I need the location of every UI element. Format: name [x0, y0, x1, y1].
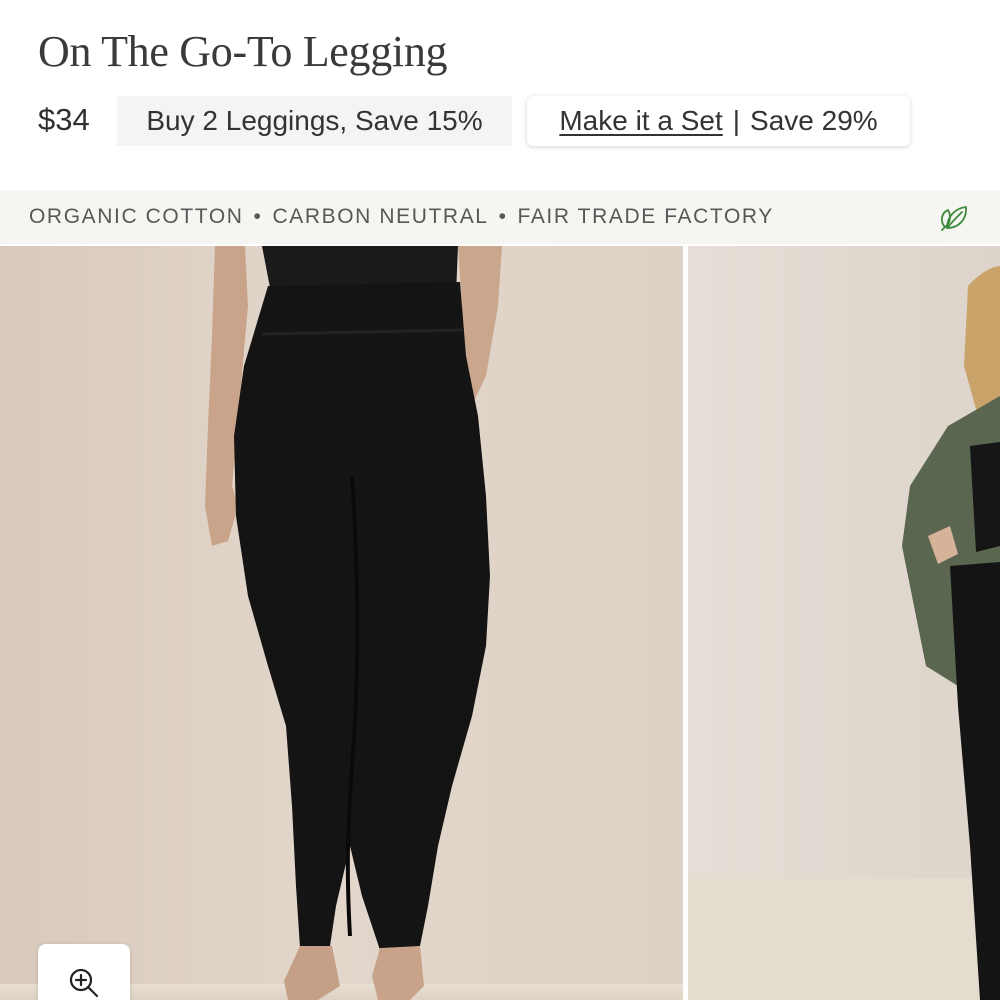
- bundle-promo-text: Buy 2 Leggings, Save 15%: [146, 105, 483, 136]
- attribute-separator: •: [253, 205, 263, 228]
- zoom-button[interactable]: [38, 944, 130, 1000]
- attribute-fair-trade: FAIR TRADE FACTORY: [517, 205, 774, 228]
- price-row: $34 Buy 2 Leggings, Save 15% Make it a S…: [38, 96, 978, 146]
- sustainability-bar: ORGANIC COTTON • CARBON NEUTRAL • FAIR T…: [0, 190, 1000, 244]
- attribute-separator: •: [498, 205, 508, 228]
- attribute-carbon-neutral: CARBON NEUTRAL: [272, 205, 489, 228]
- product-gallery[interactable]: [0, 246, 1000, 1000]
- product-photo-side[interactable]: [688, 246, 1000, 1000]
- make-it-a-set-link[interactable]: Make it a Set: [559, 105, 722, 137]
- zoom-in-icon: [69, 968, 99, 998]
- leaf-icon[interactable]: [936, 202, 970, 232]
- sustainability-attributes: ORGANIC COTTON • CARBON NEUTRAL • FAIR T…: [29, 190, 774, 244]
- bundle-promo-badge: Buy 2 Leggings, Save 15%: [117, 96, 512, 146]
- set-save-text: Save 29%: [750, 105, 878, 136]
- attribute-organic-cotton: ORGANIC COTTON: [29, 205, 244, 228]
- make-it-a-set-button[interactable]: Make it a Set | Save 29%: [527, 96, 910, 146]
- product-title: On The Go-To Legging: [38, 27, 448, 76]
- product-price: $34: [38, 102, 90, 137]
- product-photo-front[interactable]: [0, 246, 683, 1000]
- promo-separator: |: [732, 105, 741, 136]
